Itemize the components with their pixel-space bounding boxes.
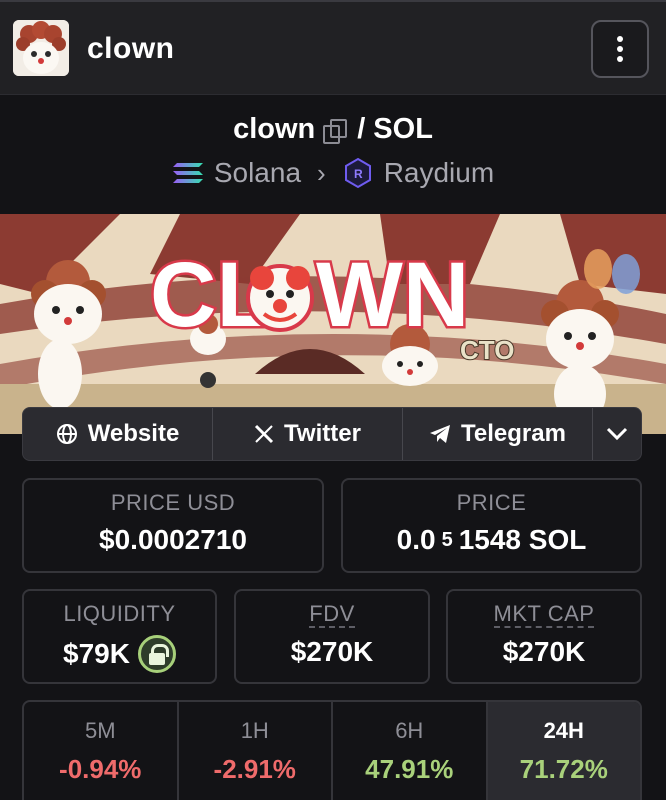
website-button[interactable]: Website: [23, 408, 213, 460]
raydium-icon: R: [344, 157, 371, 189]
dot-icon: [617, 46, 623, 52]
market-cap-card: MKT CAP $270K: [446, 589, 642, 684]
dot-icon: [617, 56, 623, 62]
app-header: clown: [0, 0, 666, 95]
token-name: clown: [87, 32, 175, 65]
price-sol-suffix: 1548 SOL: [458, 524, 587, 555]
price-usd-value: $0.0002710: [99, 524, 247, 555]
tab-24h-label: 24H: [543, 718, 584, 743]
tab-6h[interactable]: 6H 47.91%: [333, 702, 488, 800]
fdv-card: FDV $270K: [234, 589, 430, 684]
token-banner: CL WN CTO: [0, 214, 666, 434]
twitter-button[interactable]: Twitter: [213, 408, 403, 460]
tab-1h-change: -2.91%: [213, 754, 296, 784]
tab-5m[interactable]: 5M -0.94%: [24, 702, 179, 800]
liquidity-card: LIQUIDITY $79K: [22, 589, 217, 684]
social-links-bar: Website Twitter Telegram: [22, 407, 642, 461]
globe-icon: [56, 424, 77, 444]
svg-text:WN: WN: [316, 244, 469, 346]
tab-1h[interactable]: 1H -2.91%: [179, 702, 333, 800]
chevron-right-icon: ›: [317, 157, 326, 188]
twitter-label: Twitter: [284, 420, 361, 447]
liquidity-value: $79K: [63, 638, 130, 669]
fdv-value: $270K: [290, 636, 374, 667]
timeframe-tabs: 5M -0.94% 1H -2.91% 6H 47.91% 24H 71.72%: [22, 700, 642, 800]
pair-breadcrumb: Solana › R Raydium: [0, 157, 666, 189]
price-usd-card: PRICE USD $0.0002710: [22, 478, 324, 573]
base-token: clown: [233, 113, 316, 145]
tab-5m-change: -0.94%: [59, 754, 142, 784]
solana-icon: [172, 163, 203, 183]
tab-6h-label: 6H: [395, 718, 424, 743]
token-avatar: [13, 20, 69, 76]
market-cap-label[interactable]: MKT CAP: [493, 602, 595, 628]
copy-icon[interactable]: [323, 118, 348, 144]
pair-info: clown / SOL Solana › R Raydium: [0, 95, 666, 214]
price-usd-label: PRICE USD: [110, 490, 236, 515]
tab-5m-label: 5M: [84, 718, 116, 743]
dot-icon: [617, 36, 623, 42]
quote-token: SOL: [373, 113, 433, 145]
price-sol-prefix: 0.0: [396, 524, 436, 555]
telegram-label: Telegram: [461, 420, 566, 447]
liquidity-value-row: $79K: [24, 635, 215, 673]
market-cap-value: $270K: [502, 636, 586, 667]
price-sol-card: PRICE 0.0 5 1548 SOL: [341, 478, 642, 573]
price-sol-zero-count: 5: [441, 528, 453, 551]
pair-title: clown / SOL: [0, 113, 666, 146]
tab-24h[interactable]: 24H 71.72%: [487, 702, 640, 800]
pair-separator: /: [357, 113, 366, 145]
cto-tag: CTO: [460, 335, 514, 365]
dex-link[interactable]: Raydium: [384, 157, 494, 189]
price-label: PRICE: [456, 490, 527, 515]
chain-link[interactable]: Solana: [214, 157, 301, 189]
price-sol-value: 0.0 5 1548 SOL: [343, 524, 640, 556]
fdv-label[interactable]: FDV: [309, 602, 355, 628]
website-label: Website: [87, 420, 180, 447]
tab-24h-change: 71.72%: [519, 754, 608, 784]
telegram-icon: [430, 425, 451, 443]
chevron-down-icon: [606, 427, 628, 441]
x-logo-icon: [254, 424, 274, 444]
lock-icon[interactable]: [137, 635, 176, 673]
liquidity-label: LIQUIDITY: [63, 601, 176, 626]
more-links-button[interactable]: [593, 408, 641, 460]
tab-6h-change: 47.91%: [365, 754, 454, 784]
svg-text:R: R: [354, 167, 363, 181]
more-options-button[interactable]: [591, 20, 649, 78]
telegram-button[interactable]: Telegram: [403, 408, 593, 460]
tab-1h-label: 1H: [240, 718, 269, 743]
